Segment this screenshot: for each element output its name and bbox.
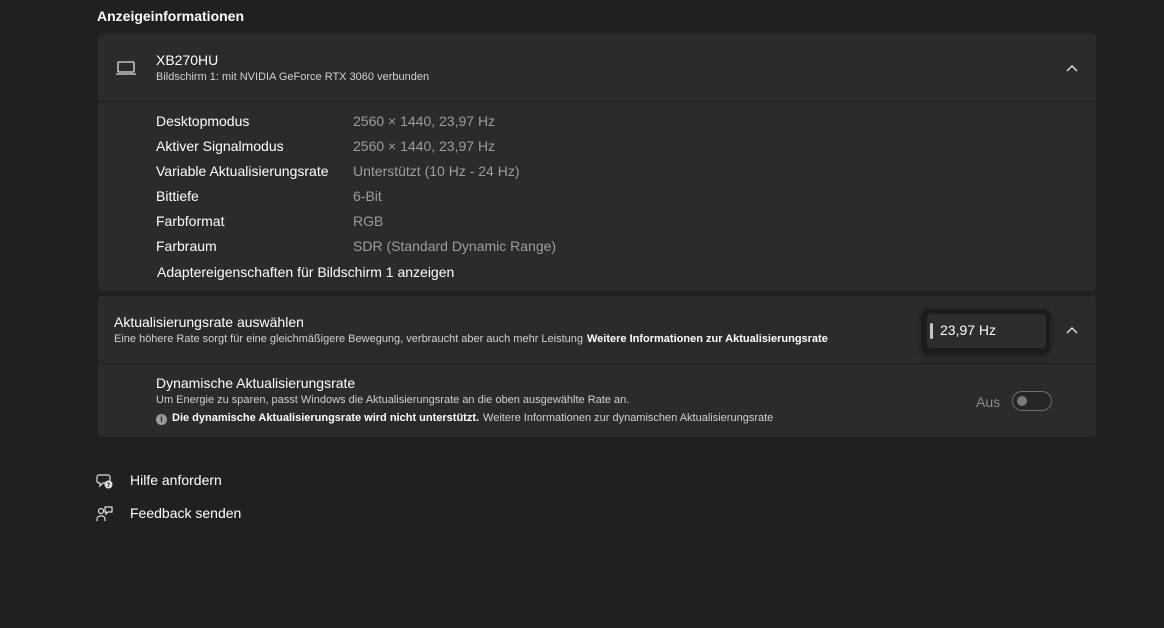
svg-text:?: ? (107, 482, 111, 489)
info-value: 2560 × 1440, 23,97 Hz (353, 138, 496, 154)
adapter-properties-link[interactable]: Adaptereigenschaften für Bildschirm 1 an… (157, 264, 454, 280)
send-feedback-label: Feedback senden (130, 505, 242, 521)
info-label: Desktopmodus (156, 113, 250, 129)
refresh-rate-title: Aktualisierungsrate auswählen (114, 314, 304, 330)
toggle-knob (1017, 396, 1027, 406)
refresh-rate-card: Aktualisierungsrate auswählen Eine höher… (98, 296, 1096, 437)
dynamic-refresh-title: Dynamische Aktualisierungsrate (156, 375, 356, 391)
refresh-rate-more-info-link[interactable]: Weitere Informationen zur Aktualisierung… (587, 333, 828, 345)
get-help-label: Hilfe anfordern (130, 472, 222, 488)
chevron-up-icon[interactable] (1065, 61, 1079, 75)
selection-indicator (930, 323, 933, 339)
info-value: 6-Bit (353, 188, 382, 204)
info-label: Bittiefe (156, 188, 199, 204)
refresh-rate-description: Eine höhere Rate sorgt für eine gleichmä… (114, 333, 828, 345)
dynamic-refresh-unsupported-text: Die dynamische Aktualisierungsrate wird … (172, 412, 480, 424)
info-label: Aktiver Signalmodus (156, 138, 284, 154)
refresh-rate-option-selected[interactable]: 23,97 Hz (927, 314, 1046, 348)
section-title: Anzeigeinformationen (97, 8, 245, 24)
toggle-state-label: Aus (976, 394, 1001, 410)
dynamic-refresh-note: i Die dynamische Aktualisierungsrate wird… (156, 412, 773, 425)
info-label: Variable Aktualisierungsrate (156, 163, 329, 179)
help-chat-icon: ? (96, 474, 113, 489)
refresh-rate-header: Aktualisierungsrate auswählen Eine höher… (98, 296, 1096, 364)
display-settings-page: Anzeigeinformationen XB270HU Bildschirm … (0, 0, 1164, 628)
info-value: RGB (353, 213, 384, 229)
info-label: Farbformat (156, 213, 225, 229)
dynamic-refresh-toggle[interactable] (1012, 391, 1052, 411)
feedback-icon (96, 506, 113, 521)
refresh-rate-description-text: Eine höhere Rate sorgt für eine gleichmä… (114, 333, 583, 345)
laptop-icon (116, 61, 136, 75)
display-info-card: XB270HU Bildschirm 1: mit NVIDIA GeForce… (98, 34, 1096, 291)
dynamic-refresh-description: Um Energie zu sparen, passt Windows die … (156, 394, 630, 406)
info-icon: i (156, 414, 167, 425)
info-label: Farbraum (156, 238, 217, 254)
monitor-subtitle: Bildschirm 1: mit NVIDIA GeForce RTX 306… (156, 71, 430, 83)
refresh-rate-value: 23,97 Hz (940, 322, 997, 338)
dynamic-refresh-more-info-link[interactable]: Weitere Informationen zur dynamischen Ak… (483, 412, 773, 424)
monitor-name: XB270HU (156, 52, 219, 68)
refresh-rate-dropdown[interactable]: 23,97 Hz (922, 309, 1050, 353)
info-value: Unterstützt (10 Hz - 24 Hz) (353, 163, 520, 179)
info-value: 2560 × 1440, 23,97 Hz (353, 113, 496, 129)
chevron-up-icon[interactable] (1065, 323, 1079, 337)
info-value: SDR (Standard Dynamic Range) (353, 238, 557, 254)
display-card-header[interactable]: XB270HU Bildschirm 1: mit NVIDIA GeForce… (98, 34, 1096, 102)
